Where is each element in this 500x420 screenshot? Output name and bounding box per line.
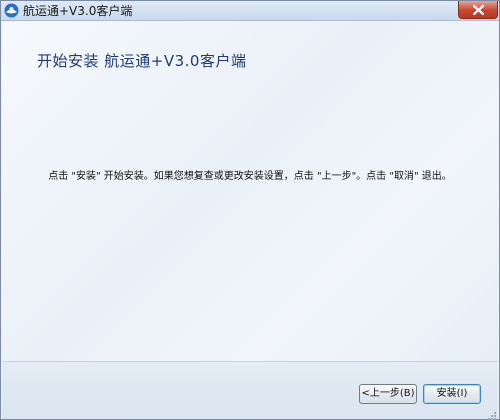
app-logo-icon [4, 3, 19, 18]
install-instruction-text: 点击 "安装" 开始安装。如果您想复查或更改安装设置，点击 "上一步"。点击 "… [48, 171, 452, 182]
close-button[interactable] [458, 1, 498, 19]
main-content: 开始安装 航运通+V3.0客户端 点击 "安装" 开始安装。如果您想复查或更改安… [2, 22, 498, 361]
page-title: 开始安装 航运通+V3.0客户端 [37, 52, 247, 70]
window-title: 航运通+V3.0客户端 [23, 4, 133, 18]
title-bar[interactable]: 航运通+V3.0客户端 [1, 1, 499, 21]
close-icon [473, 5, 484, 15]
back-button[interactable]: <上一步(B) [359, 384, 417, 404]
install-button[interactable]: 安装(I) [423, 384, 481, 404]
resize-grip-icon[interactable] [485, 406, 497, 420]
installer-window: 航运通+V3.0客户端 开始安装 航运通+V3.0客户端 点击 "安装" 开始安… [0, 0, 500, 420]
